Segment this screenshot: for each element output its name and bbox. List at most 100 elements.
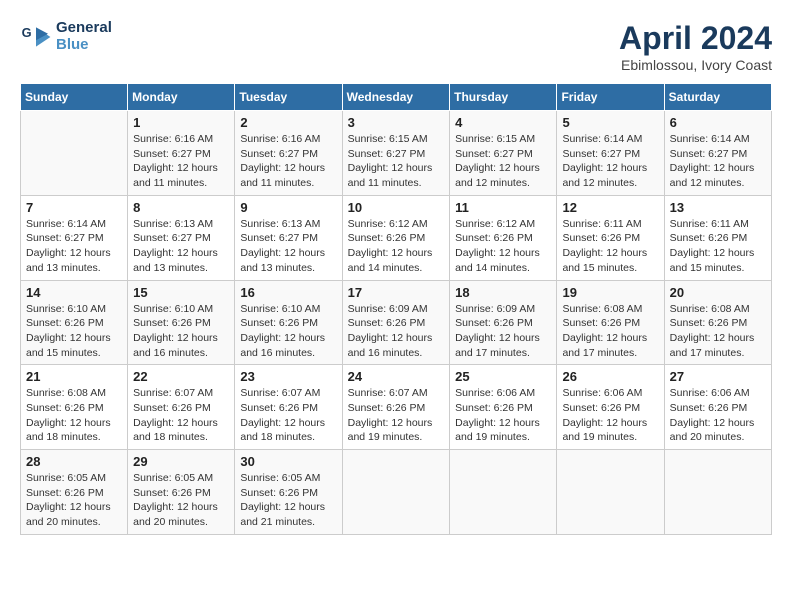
calendar-cell: 20Sunrise: 6:08 AM Sunset: 6:26 PM Dayli… [664,280,771,365]
calendar-cell: 29 Sunrise: 6:05 AM Sunset: 6:26 PM Dayli… [128,450,235,535]
day-number: 14 [26,285,122,300]
calendar-cell: 12 Sunrise: 6:11 AM Sunset: 6:26 PM Dayli… [557,195,664,280]
calendar-cell: 13 Sunrise: 6:11 AM Sunset: 6:26 PM Dayli… [664,195,771,280]
day-number: 6 [670,115,766,130]
day-info: Sunrise: 6:06 AM Sunset: 6:26 PM Dayligh… [562,386,658,445]
day-info: Sunrise: 6:10 AM Sunset: 6:26 PM Dayligh… [133,302,229,361]
logo: G General Blue [20,20,112,53]
day-info: Sunrise: 6:10 AM Sunset: 6:26 PM Dayligh… [26,302,122,361]
day-number: 25 [455,369,551,384]
day-info: Sunrise: 6:13 AM Sunset: 6:27 PM Dayligh… [240,217,336,276]
day-info: Sunrise: 6:07 AM Sunset: 6:26 PM Dayligh… [133,386,229,445]
calendar-cell: 8Sunrise: 6:13 AM Sunset: 6:27 PM Daylig… [128,195,235,280]
day-info: Sunrise: 6:05 AM Sunset: 6:26 PM Dayligh… [133,471,229,530]
calendar-cell: 7 Sunrise: 6:14 AM Sunset: 6:27 PM Daylig… [21,195,128,280]
calendar-cell: 23 Sunrise: 6:07 AM Sunset: 6:26 PM Dayli… [235,365,342,450]
day-info: Sunrise: 6:08 AM Sunset: 6:26 PM Dayligh… [670,302,766,361]
logo-text: General Blue [56,20,112,53]
day-number: 23 [240,369,336,384]
day-info: Sunrise: 6:11 AM Sunset: 6:26 PM Dayligh… [562,217,658,276]
calendar-cell: 2Sunrise: 6:16 AM Sunset: 6:27 PM Daylig… [235,111,342,196]
day-number: 15 [133,285,229,300]
calendar-week-row: 21Sunrise: 6:08 AM Sunset: 6:26 PM Dayli… [21,365,772,450]
day-info: Sunrise: 6:06 AM Sunset: 6:26 PM Dayligh… [670,386,766,445]
day-number: 16 [240,285,336,300]
header: G General Blue April 2024 Ebimlossou, Iv… [20,20,772,73]
calendar-body: 1 Sunrise: 6:16 AM Sunset: 6:27 PM Daylig… [21,111,772,535]
calendar-week-row: 14 Sunrise: 6:10 AM Sunset: 6:26 PM Dayli… [21,280,772,365]
day-number: 4 [455,115,551,130]
day-number: 8 [133,200,229,215]
day-info: Sunrise: 6:07 AM Sunset: 6:26 PM Dayligh… [348,386,445,445]
calendar-cell: 3 Sunrise: 6:15 AM Sunset: 6:27 PM Daylig… [342,111,450,196]
day-number: 29 [133,454,229,469]
calendar-cell: 24Sunrise: 6:07 AM Sunset: 6:26 PM Dayli… [342,365,450,450]
calendar-cell: 4Sunrise: 6:15 AM Sunset: 6:27 PM Daylig… [450,111,557,196]
calendar-cell: 11Sunrise: 6:12 AM Sunset: 6:26 PM Dayli… [450,195,557,280]
day-info: Sunrise: 6:16 AM Sunset: 6:27 PM Dayligh… [133,132,229,191]
calendar-cell: 28Sunrise: 6:05 AM Sunset: 6:26 PM Dayli… [21,450,128,535]
day-number: 2 [240,115,336,130]
day-number: 26 [562,369,658,384]
calendar-cell: 14 Sunrise: 6:10 AM Sunset: 6:26 PM Dayli… [21,280,128,365]
day-info: Sunrise: 6:07 AM Sunset: 6:26 PM Dayligh… [240,386,336,445]
day-number: 19 [562,285,658,300]
day-header: Saturday [664,84,771,111]
svg-text:G: G [22,25,32,40]
calendar-cell [450,450,557,535]
day-number: 12 [562,200,658,215]
calendar-cell: 6 Sunrise: 6:14 AM Sunset: 6:27 PM Daylig… [664,111,771,196]
day-number: 3 [348,115,445,130]
day-info: Sunrise: 6:14 AM Sunset: 6:27 PM Dayligh… [562,132,658,191]
day-header: Thursday [450,84,557,111]
day-info: Sunrise: 6:14 AM Sunset: 6:27 PM Dayligh… [26,217,122,276]
day-number: 5 [562,115,658,130]
day-info: Sunrise: 6:12 AM Sunset: 6:26 PM Dayligh… [348,217,445,276]
day-number: 28 [26,454,122,469]
day-number: 9 [240,200,336,215]
calendar-cell: 21Sunrise: 6:08 AM Sunset: 6:26 PM Dayli… [21,365,128,450]
day-number: 1 [133,115,229,130]
day-number: 27 [670,369,766,384]
logo-icon: G [20,21,52,53]
day-info: Sunrise: 6:09 AM Sunset: 6:26 PM Dayligh… [348,302,445,361]
calendar-cell: 19 Sunrise: 6:08 AM Sunset: 6:26 PM Dayli… [557,280,664,365]
day-number: 18 [455,285,551,300]
calendar-week-row: 1 Sunrise: 6:16 AM Sunset: 6:27 PM Daylig… [21,111,772,196]
calendar-cell: 27 Sunrise: 6:06 AM Sunset: 6:26 PM Dayli… [664,365,771,450]
logo-line1: General [56,19,112,36]
day-info: Sunrise: 6:08 AM Sunset: 6:26 PM Dayligh… [26,386,122,445]
calendar-cell: 16 Sunrise: 6:10 AM Sunset: 6:26 PM Dayli… [235,280,342,365]
calendar-header-row: SundayMondayTuesdayWednesdayThursdayFrid… [21,84,772,111]
calendar-cell [557,450,664,535]
day-number: 7 [26,200,122,215]
calendar-cell: 30Sunrise: 6:05 AM Sunset: 6:26 PM Dayli… [235,450,342,535]
day-header: Wednesday [342,84,450,111]
day-info: Sunrise: 6:15 AM Sunset: 6:27 PM Dayligh… [348,132,445,191]
day-number: 13 [670,200,766,215]
logo-line2: Blue [56,36,89,53]
day-number: 30 [240,454,336,469]
day-number: 11 [455,200,551,215]
calendar-cell: 15 Sunrise: 6:10 AM Sunset: 6:26 PM Dayli… [128,280,235,365]
day-info: Sunrise: 6:14 AM Sunset: 6:27 PM Dayligh… [670,132,766,191]
day-info: Sunrise: 6:08 AM Sunset: 6:26 PM Dayligh… [562,302,658,361]
day-number: 17 [348,285,445,300]
day-number: 10 [348,200,445,215]
calendar-week-row: 7 Sunrise: 6:14 AM Sunset: 6:27 PM Daylig… [21,195,772,280]
day-number: 22 [133,369,229,384]
calendar-cell: 1 Sunrise: 6:16 AM Sunset: 6:27 PM Daylig… [128,111,235,196]
day-header: Friday [557,84,664,111]
day-info: Sunrise: 6:11 AM Sunset: 6:26 PM Dayligh… [670,217,766,276]
calendar-cell: 25 Sunrise: 6:06 AM Sunset: 6:26 PM Dayli… [450,365,557,450]
calendar-cell [21,111,128,196]
day-info: Sunrise: 6:06 AM Sunset: 6:26 PM Dayligh… [455,386,551,445]
day-info: Sunrise: 6:10 AM Sunset: 6:26 PM Dayligh… [240,302,336,361]
calendar-cell: 10 Sunrise: 6:12 AM Sunset: 6:26 PM Dayli… [342,195,450,280]
location: Ebimlossou, Ivory Coast [619,57,772,73]
month-title: April 2024 [619,20,772,57]
day-header: Tuesday [235,84,342,111]
day-info: Sunrise: 6:09 AM Sunset: 6:26 PM Dayligh… [455,302,551,361]
calendar-cell: 18 Sunrise: 6:09 AM Sunset: 6:26 PM Dayli… [450,280,557,365]
calendar-cell: 17 Sunrise: 6:09 AM Sunset: 6:26 PM Dayli… [342,280,450,365]
